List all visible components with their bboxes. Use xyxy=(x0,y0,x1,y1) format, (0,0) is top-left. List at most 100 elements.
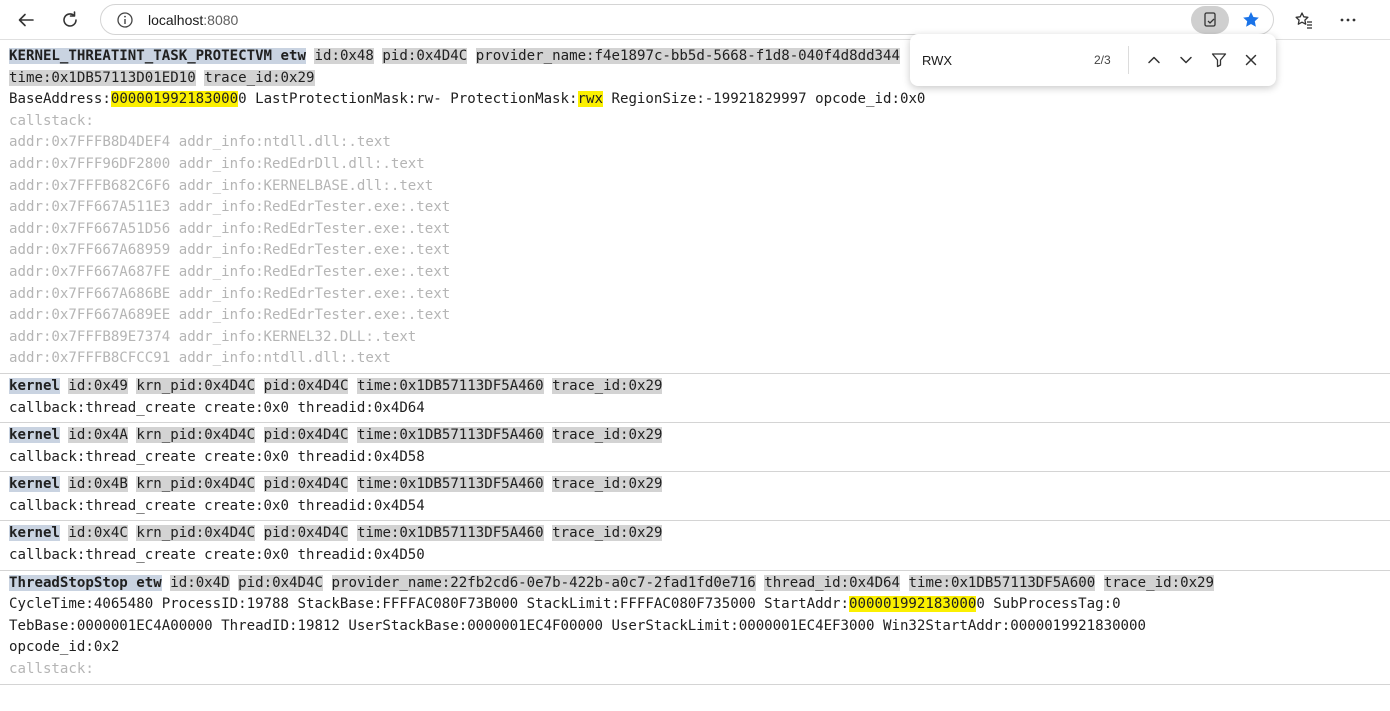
event-field: time:0x1DB57113DF5A460 xyxy=(356,377,544,394)
event-type: KERNEL_THREATINT_TASK_PROTECTVM etw xyxy=(9,48,306,64)
immersive-reader-icon[interactable] xyxy=(1191,6,1229,34)
event-text xyxy=(230,575,239,591)
event-line: addr:0x7FF667A511E3 addr_info:RedEdrTest… xyxy=(9,197,1381,219)
callstack-text: addr:0x7FF667A687FE addr_info:RedEdrTest… xyxy=(9,263,451,280)
close-icon[interactable] xyxy=(1237,46,1265,74)
callstack-text: addr:0x7FF667A686BE addr_info:RedEdrTest… xyxy=(9,285,451,302)
event-text: callback:thread_create create:0x0 thread… xyxy=(9,399,425,416)
event-text xyxy=(255,525,264,541)
event-text: TebBase:0000001EC4A00000 ThreadID:19812 … xyxy=(9,617,1147,634)
callstack-text: callstack: xyxy=(9,112,94,129)
event-field: krn_pid:0x4D4C xyxy=(136,427,256,444)
event-entry: kernel id:0x4B krn_pid:0x4D4C pid:0x4D4C… xyxy=(0,472,1390,522)
event-log: KERNEL_THREATINT_TASK_PROTECTVM etw id:0… xyxy=(0,44,1390,685)
event-field: thread_id:0x4D64 xyxy=(764,574,901,591)
event-text: RegionSize:-19921829997 opcode_id:0x0 xyxy=(602,91,926,108)
event-text xyxy=(255,476,264,492)
event-field: pid:0x4D4C xyxy=(263,476,349,493)
event-text: 0 LastProtectionMask:rw- ProtectionMask: xyxy=(238,91,578,108)
url-host: localhost xyxy=(148,12,204,28)
callstack-text: addr:0x7FFFB8CFCC91 addr_info:ntdll.dll:… xyxy=(9,350,391,367)
event-field: id:0x4A xyxy=(68,427,128,444)
event-field: provider_name:f4e1897c-bb5d-5668-f1d8-04… xyxy=(475,48,901,64)
callstack-text: addr:0x7FF667A511E3 addr_info:RedEdrTest… xyxy=(9,199,451,216)
event-field: pid:0x4D4C xyxy=(263,525,349,542)
event-type: kernel xyxy=(9,525,60,542)
event-line: kernel id:0x4A krn_pid:0x4D4C pid:0x4D4C… xyxy=(9,425,1381,447)
event-line: callstack: xyxy=(9,659,1381,681)
event-line: kernel id:0x49 krn_pid:0x4D4C pid:0x4D4C… xyxy=(9,376,1381,398)
event-field: trace_id:0x29 xyxy=(204,69,315,86)
event-field: trace_id:0x29 xyxy=(552,525,663,542)
find-input[interactable] xyxy=(920,52,1074,69)
event-text xyxy=(348,427,357,443)
event-text xyxy=(323,575,332,591)
event-field: pid:0x4D4C xyxy=(263,427,349,444)
event-field: id:0x48 xyxy=(314,48,374,64)
back-icon[interactable] xyxy=(10,4,42,36)
event-text xyxy=(348,378,357,394)
event-field: time:0x1DB57113DF5A460 xyxy=(356,525,544,542)
event-text xyxy=(544,476,553,492)
callstack-text: addr:0x7FF667A689EE addr_info:RedEdrTest… xyxy=(9,307,451,324)
event-line: addr:0x7FF667A686BE addr_info:RedEdrTest… xyxy=(9,284,1381,306)
event-line: addr:0x7FF667A68959 addr_info:RedEdrTest… xyxy=(9,240,1381,262)
event-line: TebBase:0000001EC4A00000 ThreadID:19812 … xyxy=(9,616,1381,638)
event-text xyxy=(255,378,264,394)
event-line: kernel id:0x4B krn_pid:0x4D4C pid:0x4D4C… xyxy=(9,474,1381,496)
event-line: callback:thread_create create:0x0 thread… xyxy=(9,496,1381,518)
callstack-text: addr:0x7FFFB682C6F6 addr_info:KERNELBASE… xyxy=(9,177,434,194)
event-line: callback:thread_create create:0x0 thread… xyxy=(9,545,1381,567)
event-field: id:0x4C xyxy=(68,525,128,542)
event-type: kernel xyxy=(9,377,60,394)
event-text xyxy=(756,575,765,591)
event-entry: KERNEL_THREATINT_TASK_PROTECTVM etw id:0… xyxy=(0,44,1390,374)
event-field: id:0x4B xyxy=(68,476,128,493)
event-text xyxy=(1095,575,1104,591)
event-field: time:0x1DB57113DF5A460 xyxy=(356,476,544,493)
event-text xyxy=(255,427,264,443)
event-text: callback:thread_create create:0x0 thread… xyxy=(9,448,425,465)
event-field: pid:0x4D4C xyxy=(263,377,349,394)
event-entry: kernel id:0x49 krn_pid:0x4D4C pid:0x4D4C… xyxy=(0,374,1390,424)
event-line: addr:0x7FFFB8CFCC91 addr_info:ntdll.dll:… xyxy=(9,348,1381,370)
event-text: CycleTime:4065480 ProcessID:19788 StackB… xyxy=(9,596,850,613)
address-bar[interactable]: localhost:8080 xyxy=(100,4,1274,35)
filter-icon[interactable] xyxy=(1205,46,1233,74)
callstack-text: addr:0x7FFFB8D4DEF4 addr_info:ntdll.dll:… xyxy=(9,134,391,151)
callstack-text: addr:0x7FF667A68959 addr_info:RedEdrTest… xyxy=(9,242,451,259)
callstack-text: addr:0x7FFFB89E7374 addr_info:KERNEL32.D… xyxy=(9,328,417,345)
event-field: trace_id:0x29 xyxy=(552,377,663,394)
event-text xyxy=(162,575,171,591)
refresh-icon[interactable] xyxy=(54,4,86,36)
callstack-text: addr:0x7FFF96DF2800 addr_info:RedEdrDll.… xyxy=(9,155,425,172)
event-field: time:0x1DB57113DF5A600 xyxy=(908,574,1096,591)
event-entry: kernel id:0x4A krn_pid:0x4D4C pid:0x4D4C… xyxy=(0,423,1390,473)
chevron-up-icon[interactable] xyxy=(1140,46,1168,74)
event-text xyxy=(467,48,476,64)
event-field: krn_pid:0x4D4C xyxy=(136,377,256,394)
event-entry: ThreadStopStop etw id:0x4D pid:0x4D4C pr… xyxy=(0,571,1390,685)
more-icon[interactable] xyxy=(1332,4,1364,36)
event-text xyxy=(544,427,553,443)
event-text xyxy=(900,575,909,591)
event-field: trace_id:0x29 xyxy=(552,476,663,493)
event-line: callstack: xyxy=(9,111,1381,133)
event-line: ThreadStopStop etw id:0x4D pid:0x4D4C pr… xyxy=(9,573,1381,595)
callstack-text: callstack: xyxy=(9,661,94,678)
event-text xyxy=(544,525,553,541)
event-field: krn_pid:0x4D4C xyxy=(136,525,256,542)
event-field: trace_id:0x29 xyxy=(552,427,663,444)
info-icon[interactable] xyxy=(111,6,139,34)
chevron-down-icon[interactable] xyxy=(1172,46,1200,74)
event-line: kernel id:0x4C krn_pid:0x4D4C pid:0x4D4C… xyxy=(9,523,1381,545)
event-line: BaseAddress:0000019921830000 LastProtect… xyxy=(9,89,1381,111)
event-line: addr:0x7FF667A689EE addr_info:RedEdrTest… xyxy=(9,305,1381,327)
favorites-icon[interactable] xyxy=(1288,4,1320,36)
event-text xyxy=(544,378,553,394)
url-text: localhost:8080 xyxy=(148,12,238,28)
url-port: :8080 xyxy=(203,12,239,28)
star-icon[interactable] xyxy=(1237,6,1265,34)
find-match-count: 2/3 xyxy=(1094,53,1111,67)
event-line: addr:0x7FF667A687FE addr_info:RedEdrTest… xyxy=(9,262,1381,284)
